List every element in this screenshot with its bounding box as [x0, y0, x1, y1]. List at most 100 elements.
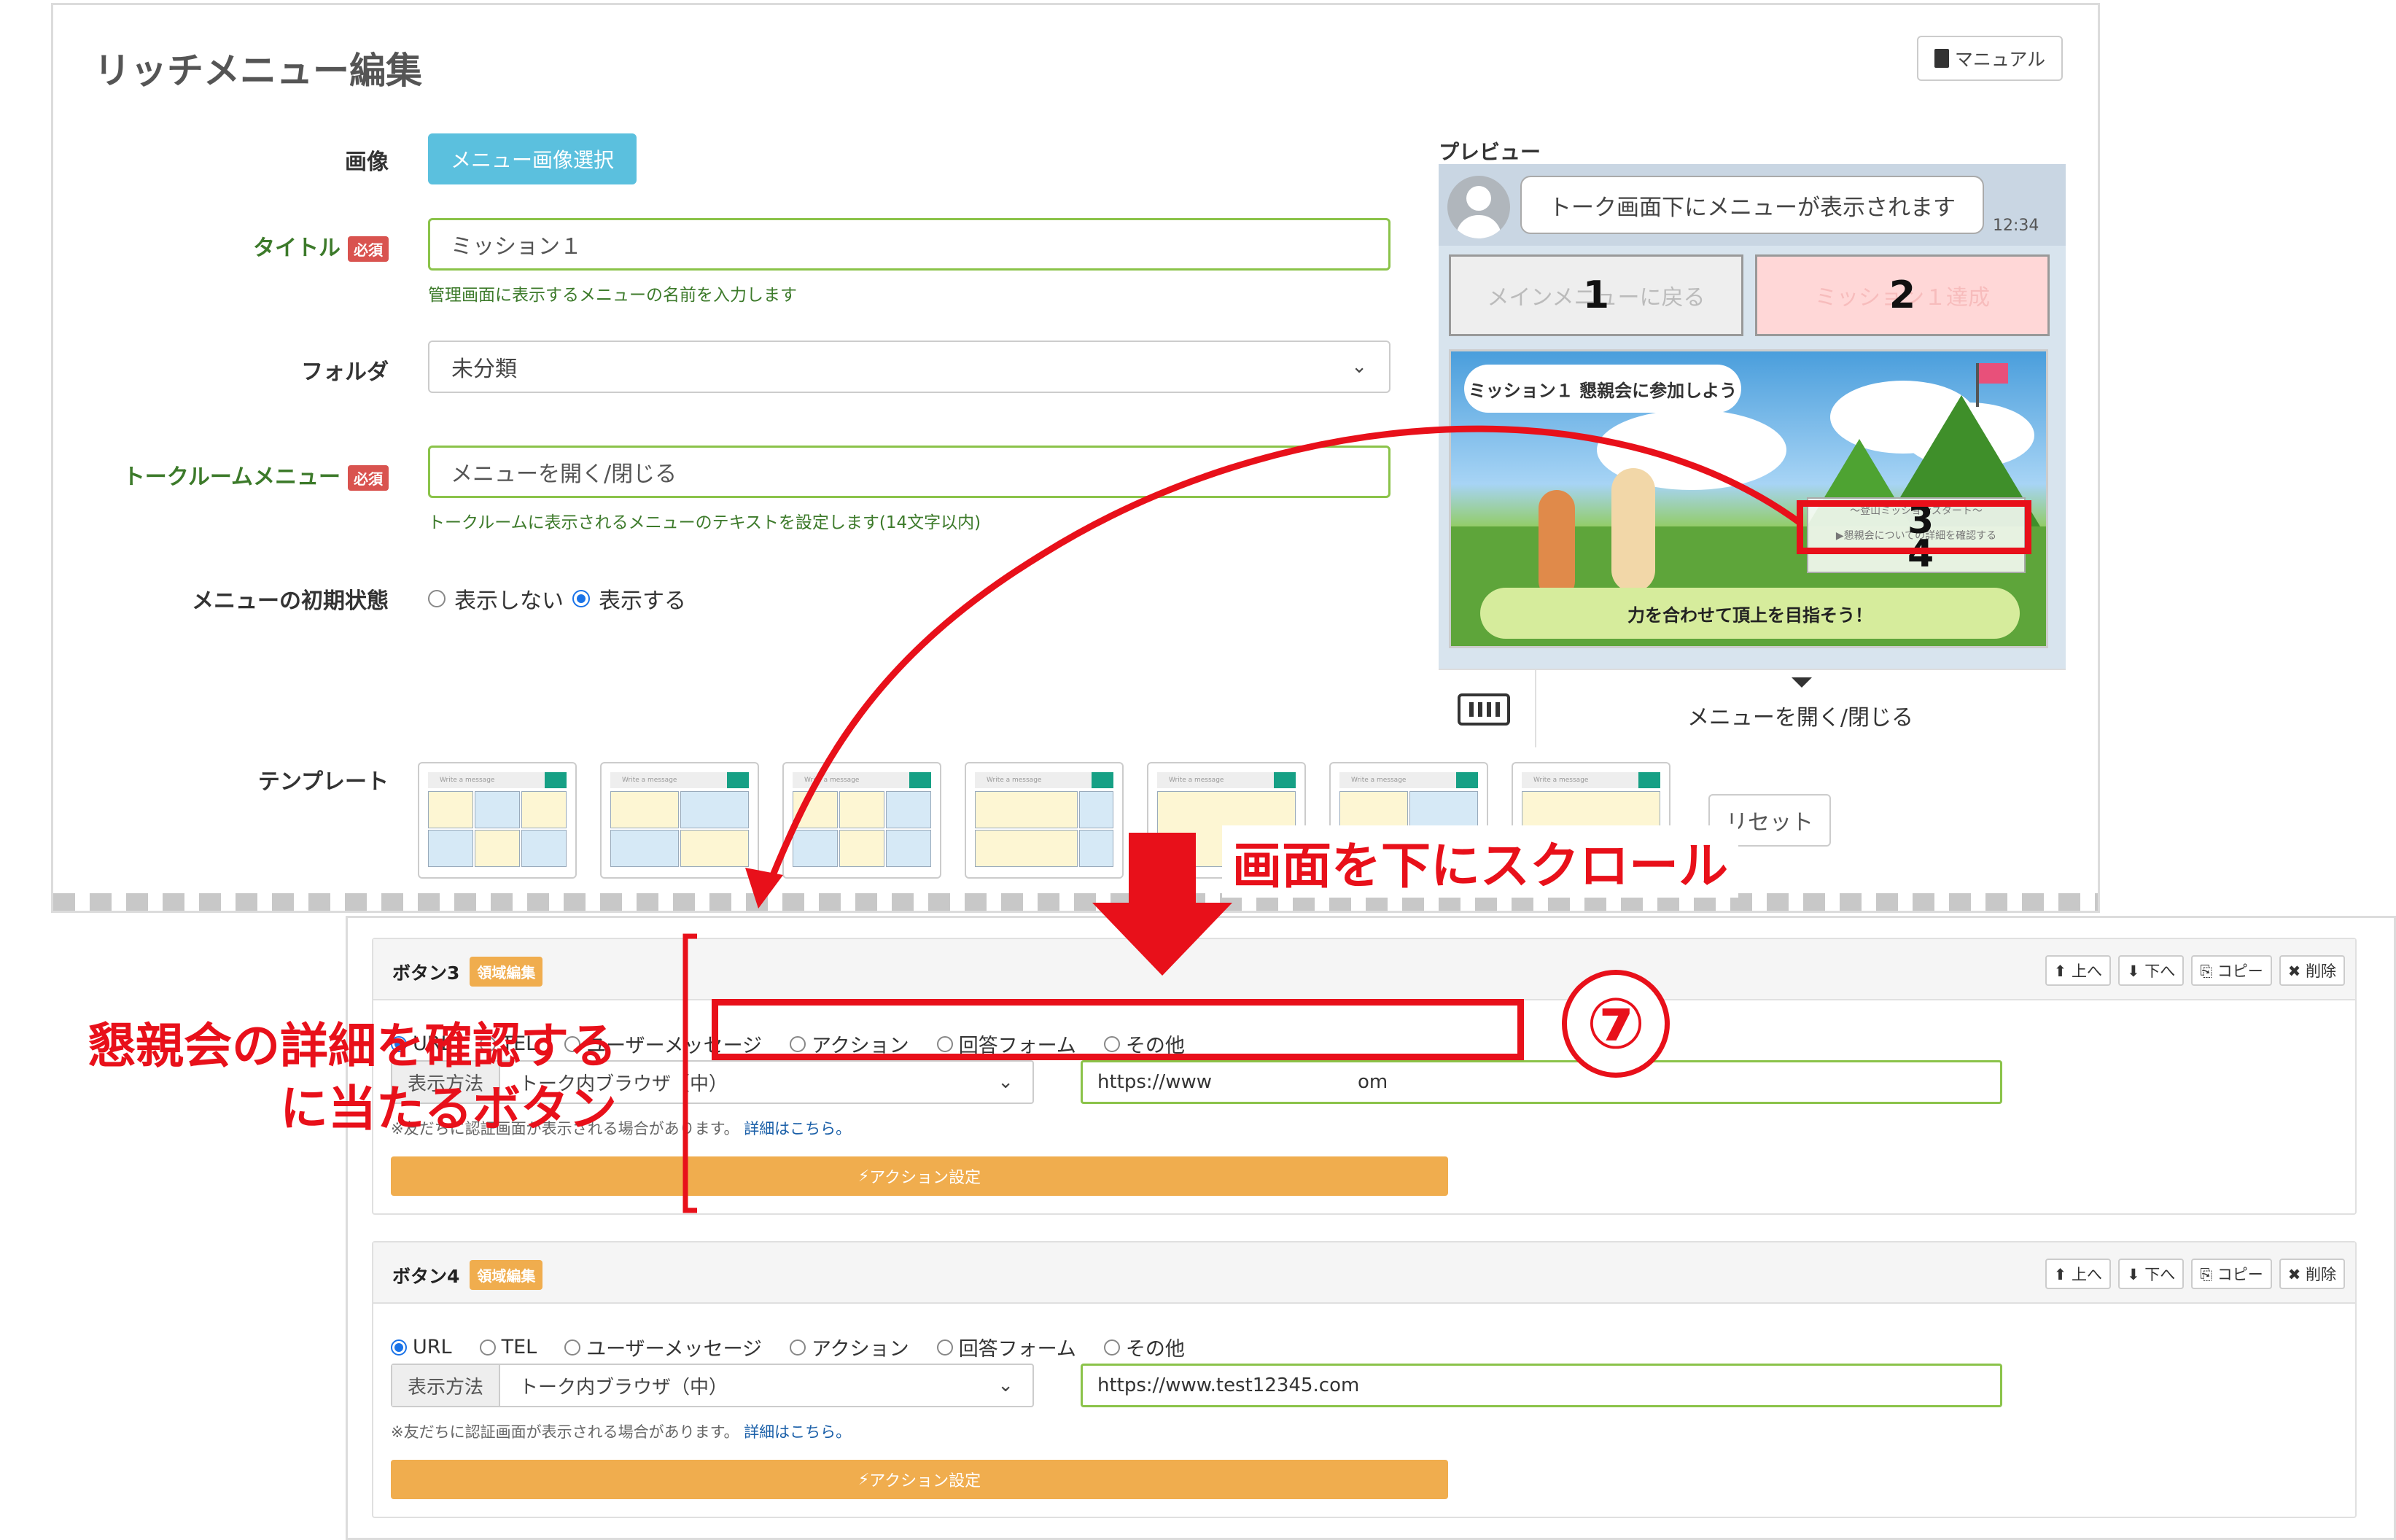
title-input[interactable]: ミッション１: [428, 218, 1390, 271]
move-up-label: 上へ: [2071, 962, 2102, 980]
radio-url[interactable]: [391, 1339, 407, 1356]
template-thumbnail[interactable]: Write a message: [782, 762, 941, 879]
template-cell: [886, 791, 931, 828]
button4-type-radios: URL TEL ユーザーメッセージ アクション 回答フォーム その他: [391, 1333, 1185, 1361]
button4-display-method[interactable]: 表示方法 トーク内ブラウザ（中） ⌄: [391, 1364, 1034, 1407]
chevron-down-icon: ⌄: [1351, 356, 1367, 378]
radio-answer-form[interactable]: [936, 1339, 953, 1356]
manual-button[interactable]: マニュアル: [1917, 36, 2063, 81]
template-thumbnail-grid: [610, 791, 749, 867]
button4-note: ※友だちに認証画面が表示される場合があります。 詳細はこちら。: [391, 1420, 851, 1442]
manual-label: マニュアル: [1954, 49, 2046, 70]
radio-url-label: URL: [413, 1336, 452, 1358]
move-up-button[interactable]: ⬆ 上へ: [2045, 1259, 2111, 1289]
delete-label: 削除: [2306, 962, 2336, 980]
preview-label: プレビュー: [1439, 140, 1541, 164]
radio-show[interactable]: [572, 590, 590, 607]
button3-card: ボタン3 領域編集 ⬆ 上へ ⬇ 下へ ⎘ コピー ✖ 削除 URL TEL ユ…: [372, 938, 2357, 1215]
keyboard-bar: メニューを開く/閉じる: [1439, 669, 2066, 747]
move-up-label: 上へ: [2071, 1266, 2102, 1283]
radio-other[interactable]: [1103, 1339, 1120, 1356]
button3-controls: ⬆ 上へ ⬇ 下へ ⎘ コピー ✖ 削除: [2045, 955, 2345, 986]
radio-show-label: 表示する: [599, 588, 686, 614]
menu-banner-image[interactable]: ミッション１ 懇親会に参加しよう 〜登山ミッションスタート〜 ▶懇親会についての…: [1449, 349, 2048, 648]
action-settings-label: アクション設定: [869, 1472, 981, 1490]
radio-answer-form-label: 回答フォーム: [958, 1338, 1076, 1361]
banner-bar: 力を合わせて頂上を目指そう！: [1480, 588, 2020, 639]
copy-button[interactable]: ⎘ コピー: [2191, 1259, 2272, 1289]
folder-select[interactable]: 未分類 ⌄: [428, 341, 1390, 393]
required-badge: 必須: [348, 236, 389, 262]
template-thumbnail[interactable]: Write a message: [600, 762, 759, 879]
flag-icon: [1979, 363, 2008, 384]
menu-cell-2[interactable]: ミッション１達成 2: [1755, 254, 2050, 336]
move-down-button[interactable]: ⬇ 下へ: [2117, 955, 2185, 986]
copy-button[interactable]: ⎘ コピー: [2191, 955, 2272, 986]
area-edit-badge[interactable]: 領域編集: [470, 1260, 543, 1290]
action-settings-label: アクション設定: [869, 1169, 981, 1187]
move-down-label: 下へ: [2144, 1266, 2176, 1283]
button3-title-text: ボタン3: [392, 962, 460, 984]
button4-action-settings[interactable]: ⚡ アクション設定: [391, 1460, 1448, 1499]
annotation-left-text: 懇親会の詳細を確認する に当たるボタン: [34, 1015, 617, 1140]
template-thumbnail-grid: [975, 791, 1113, 867]
radio-action[interactable]: [790, 1339, 806, 1356]
template-cell: [521, 830, 567, 867]
move-up-button[interactable]: ⬆ 上へ: [2045, 955, 2111, 986]
hiker-figure: [1611, 468, 1655, 592]
radio-tel[interactable]: [479, 1339, 496, 1356]
delete-button[interactable]: ✖ 削除: [2279, 955, 2345, 986]
template-cell: [1079, 791, 1113, 828]
template-cell: [475, 830, 520, 867]
template-thumbnail[interactable]: Write a message: [418, 762, 577, 879]
torn-edge: [53, 893, 2098, 911]
radio-tel-label: TEL: [501, 1336, 537, 1358]
template-cell: [839, 791, 884, 828]
template-cell: [428, 830, 473, 867]
button3-header: ボタン3 領域編集 ⬆ 上へ ⬇ 下へ ⎘ コピー ✖ 削除: [373, 939, 2355, 1000]
template-cell: [428, 791, 473, 828]
initial-state-radios: 表示しない 表示する: [428, 583, 686, 615]
move-down-button[interactable]: ⬇ 下へ: [2117, 1259, 2185, 1289]
message-time: 12:34: [1993, 217, 2039, 235]
template-thumbnail-bar: Write a message: [1522, 772, 1660, 788]
copy-label: コピー: [2217, 962, 2263, 980]
rich-menu-area: メインメニューに戻る 1 ミッション１達成 2 ミッション１ 懇親会に参加しよう: [1439, 246, 2066, 669]
delete-button[interactable]: ✖ 削除: [2279, 1259, 2345, 1289]
display-method-value: トーク内ブラウザ（中）: [519, 1376, 728, 1399]
template-label: テンプレート: [257, 769, 389, 795]
note-text: ※友だちに認証画面が表示される場合があります。: [391, 1423, 739, 1441]
rich-menu-edit-panel: リッチメニュー編集 マニュアル 画像 メニュー画像選択 タイトル 必須 ミッション…: [51, 3, 2100, 913]
delete-label: 削除: [2306, 1266, 2336, 1283]
button4-url-input[interactable]: https://www.test12345.com: [1081, 1364, 2002, 1407]
menu-cell-1[interactable]: メインメニューに戻る 1: [1449, 254, 1743, 336]
details-link[interactable]: 詳細はこちら。: [744, 1120, 851, 1138]
talkroom-menu-input[interactable]: メニューを開く/閉じる: [428, 446, 1390, 498]
display-method-select[interactable]: トーク内ブラウザ（中） ⌄: [500, 1365, 1032, 1406]
copy-label: コピー: [2217, 1266, 2263, 1283]
area-edit-badge[interactable]: 領域編集: [470, 957, 543, 987]
template-thumbnail-bar: Write a message: [1339, 772, 1478, 788]
template-thumbnail-grid: [428, 791, 567, 867]
template-cell: [886, 830, 931, 867]
template-thumbnail[interactable]: Write a message: [965, 762, 1124, 879]
details-link[interactable]: 詳細はこちら。: [744, 1423, 851, 1441]
button3-action-settings[interactable]: ⚡ アクション設定: [391, 1156, 1448, 1196]
menu-image-select-button[interactable]: メニュー画像選択: [428, 133, 637, 184]
keyboard-icon[interactable]: [1458, 693, 1510, 726]
template-cell: [975, 791, 1078, 828]
button3-url-input[interactable]: https://www om: [1081, 1060, 2002, 1104]
template-cell: [610, 791, 679, 828]
button3-title: ボタン3 領域編集: [392, 957, 543, 987]
menu-toggle[interactable]: メニューを開く/閉じる: [1535, 677, 2066, 731]
radio-hide[interactable]: [428, 590, 446, 607]
initial-state-label: メニューの初期状態: [192, 588, 389, 614]
display-method-label: 表示方法: [392, 1365, 500, 1406]
template-cell: [521, 791, 567, 828]
button4-controls: ⬆ 上へ ⬇ 下へ ⎘ コピー ✖ 削除: [2045, 1259, 2345, 1289]
radio-user-message[interactable]: [564, 1339, 581, 1356]
talkroom-menu-help: トークルームに表示されるメニューのテキストを設定します(14文字以内): [428, 513, 981, 532]
talkroom-menu-label: トークルームメニュー 必須: [53, 459, 389, 491]
radio-hide-label: 表示しない: [454, 588, 564, 614]
template-cell: [475, 791, 520, 828]
